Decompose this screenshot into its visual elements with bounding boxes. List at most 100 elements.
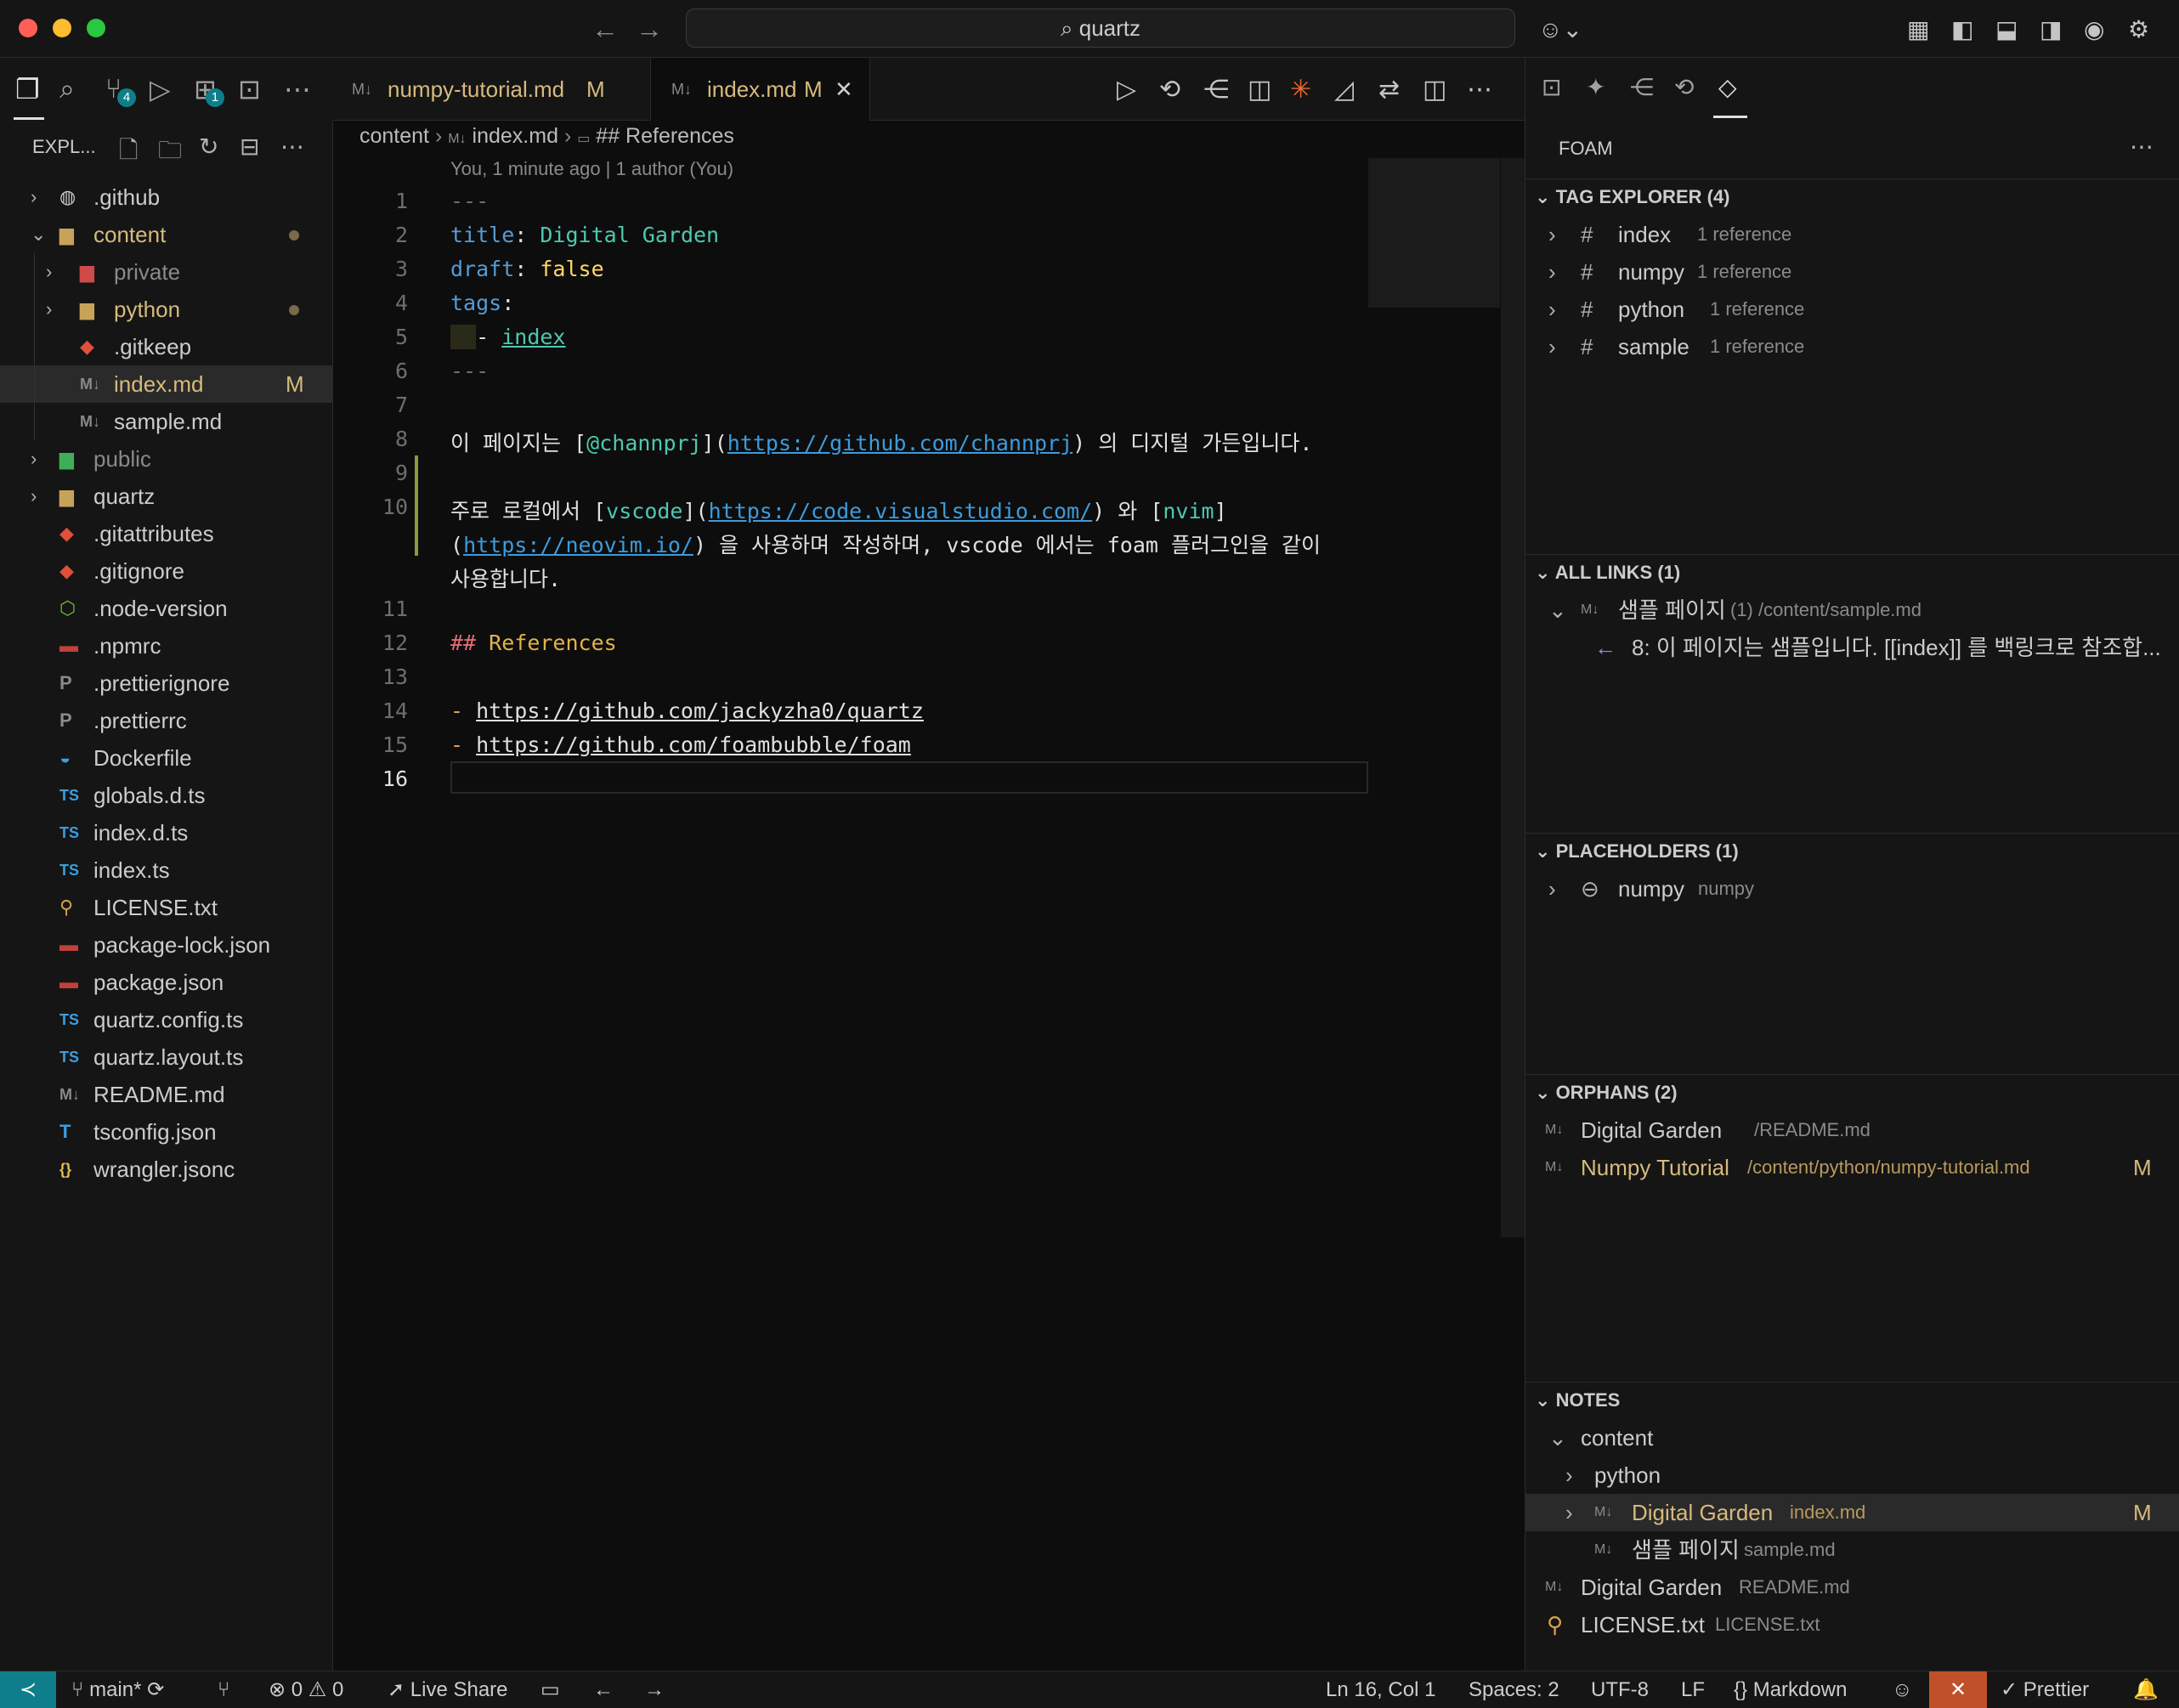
toggle-secondary-sidebar-icon[interactable]: ◨ (2040, 15, 2062, 43)
timeline-icon[interactable]: ⟲ (1674, 73, 1694, 101)
more-icon[interactable]: ⋯ (1467, 75, 1492, 105)
graph-icon[interactable]: ⋲ (1203, 75, 1229, 105)
toggle-panel-icon[interactable]: ⬓ (1995, 15, 2018, 43)
tree-item-quartz-config-ts[interactable]: TS quartz.config.ts (0, 1001, 332, 1038)
git-blame-lens[interactable]: You, 1 minute ago | 1 author (You) (450, 158, 733, 180)
notes-item[interactable]: M↓ Digital Garden README.md (1525, 1569, 2179, 1606)
all-links-header[interactable]: ⌄ ALL LINKS (1) (1525, 554, 2179, 590)
tree-item-package-json[interactable]: ▬ package.json (0, 964, 332, 1001)
notes-item[interactable]: M↓ 샘플 페이지 sample.md (1525, 1531, 2179, 1569)
code-line-10[interactable]: 주로 로컬에서 [vscode](https://code.visualstud… (450, 495, 1227, 525)
code-line-8[interactable]: 이 페이지는 [@channprj](https://github.com/ch… (450, 427, 1312, 457)
tree-item-github[interactable]: › ◍ .github (0, 178, 332, 216)
tree-item-tsconfig-json[interactable]: Ttsconfig.json (0, 1113, 332, 1151)
tree-item-quartz-layout-ts[interactable]: TS quartz.layout.ts (0, 1038, 332, 1076)
language-mode[interactable]: {} Markdown (1734, 1671, 1847, 1708)
tree-item-public[interactable]: › ▆ public (0, 440, 332, 478)
timeline-icon[interactable]: ⟲ (1159, 75, 1180, 105)
remote-explorer-icon[interactable]: ⊡ (238, 73, 261, 105)
placeholders-header[interactable]: ⌄ PLACEHOLDERS (1) (1525, 833, 2179, 868)
command-center-search[interactable]: ⌕ quartz (686, 8, 1515, 48)
toggle-primary-sidebar-icon[interactable]: ◧ (1951, 15, 1973, 43)
code-line-4[interactable]: tags: (450, 291, 514, 315)
tag-icon[interactable]: ◇ (1718, 73, 1737, 101)
cursor-position[interactable]: Ln 16, Col 1 (1326, 1671, 1435, 1708)
chat-icon[interactable]: ⊡ (1542, 73, 1561, 101)
sparkle-icon[interactable]: ✦ (1586, 73, 1605, 101)
line-ending[interactable]: LF (1681, 1671, 1705, 1708)
problems-indicator[interactable]: ⊗ 0 ⚠ 0 (269, 1671, 343, 1708)
folder-icon[interactable]: ▭ (541, 1671, 560, 1708)
tree-item-gitkeep[interactable]: ◆ .gitkeep (0, 328, 332, 365)
new-file-icon[interactable]: 🗋 (119, 133, 139, 173)
code-line-10-wrap-2[interactable]: 사용합니다. (450, 563, 561, 593)
claude-icon[interactable]: ✳ (1290, 75, 1311, 105)
code-line-12[interactable]: ## References (450, 631, 617, 655)
minimap[interactable] (1368, 158, 1500, 308)
breadcrumb-file[interactable]: index.md (473, 124, 558, 148)
tag-explorer-header[interactable]: ⌄ TAG EXPLORER (4) (1525, 178, 2179, 214)
branch-indicator[interactable]: ⑂ main* ⟳ (71, 1671, 164, 1708)
arrow-right-icon[interactable]: → (636, 14, 663, 45)
tree-item-package-lock-json[interactable]: ▬ package-lock.json (0, 926, 332, 964)
code-line-15[interactable]: - https://github.com/foambubble/foam (450, 732, 911, 757)
chart-icon[interactable]: ◿ (1334, 75, 1354, 105)
bell-icon[interactable]: 🔔 (2133, 1671, 2159, 1708)
orphans-header[interactable]: ⌄ ORPHANS (2) (1525, 1074, 2179, 1110)
account-icon[interactable]: ◉ (2084, 15, 2104, 43)
split-editor-icon[interactable]: ◫ (1423, 75, 1446, 105)
tree-item-globals-d-ts[interactable]: TS globals.d.ts (0, 777, 332, 814)
code-line-2[interactable]: title: Digital Garden (450, 223, 719, 247)
link-item[interactable]: ⌄ M↓ 샘플 페이지 (1) /content/sample.md (1525, 591, 2179, 629)
editor-scrollbar[interactable] (1501, 158, 1525, 1237)
breadcrumb-folder[interactable]: content (359, 124, 429, 148)
notes-item[interactable]: ⚲ LICENSE.txt LICENSE.txt (1525, 1606, 2179, 1643)
notes-item[interactable]: › M↓ Digital Garden index.md M (1525, 1494, 2179, 1531)
tree-item-wrangler-jsonc[interactable]: {} wrangler.jsonc (0, 1151, 332, 1188)
live-share-button[interactable]: ➚ Live Share (388, 1671, 508, 1708)
customize-layout-icon[interactable]: ▦ (1907, 15, 1929, 43)
tree-item-gitignore[interactable]: ◆ .gitignore (0, 552, 332, 590)
compare-changes-icon[interactable]: ⇄ (1378, 75, 1400, 105)
close-icon[interactable]: ✕ (835, 58, 853, 121)
gear-icon[interactable]: ⚙ (2128, 15, 2149, 43)
notes-folder[interactable]: ⌄ content (1525, 1419, 2179, 1456)
run-debug-icon[interactable]: ▷ (150, 73, 171, 105)
preview-icon[interactable]: ◫ (1248, 75, 1271, 105)
new-folder-icon[interactable]: 🗀 (158, 133, 182, 173)
refresh-icon[interactable]: ↻ (199, 133, 218, 161)
code-line-14[interactable]: - https://github.com/jackyzha0/quartz (450, 698, 924, 723)
broadcast-off-icon[interactable]: ✕ (1929, 1671, 1987, 1708)
tree-item-private[interactable]: › ▆ private (0, 253, 332, 291)
tree-item-dockerfile[interactable]: ◒ Dockerfile (0, 739, 332, 777)
tree-item-license-txt[interactable]: ⚲ LICENSE.txt (0, 889, 332, 926)
graph-icon[interactable]: ⋲ (1630, 73, 1654, 101)
code-line-10-wrap-1[interactable]: (https://neovim.io/) 을 사용하며 작성하며, vscode… (450, 529, 1333, 559)
remote-indicator[interactable]: ≺ (0, 1671, 56, 1708)
minimize-window-button[interactable] (53, 19, 71, 37)
more-icon[interactable]: ⋯ (280, 133, 304, 161)
tag-item[interactable]: › # numpy 1 reference (1525, 253, 2179, 291)
run-icon[interactable]: ▷ (1117, 75, 1136, 105)
more-icon[interactable]: ⋯ (2130, 133, 2154, 161)
orphan-item[interactable]: M↓ Digital Garden /README.md (1525, 1111, 2179, 1149)
tree-item-sample-md[interactable]: M↓ sample.md (0, 403, 332, 440)
current-line-highlight[interactable] (450, 761, 1368, 794)
code-line-1[interactable]: --- (450, 189, 489, 213)
tree-item-readme-md[interactable]: M↓ README.md (0, 1076, 332, 1113)
tree-item-index-d-ts[interactable]: TS index.d.ts (0, 814, 332, 851)
tag-item[interactable]: › # python 1 reference (1525, 291, 2179, 328)
code-line-5[interactable]: - index (450, 325, 565, 349)
tab-numpy-tutorial[interactable]: M↓ numpy-tutorial.md M (333, 58, 651, 121)
tab-index[interactable]: M↓ index.md M ✕ (651, 58, 870, 121)
tree-item-index-md[interactable]: M↓ index.md M (0, 365, 332, 403)
backlink-item[interactable]: ← 8: 이 페이지는 샘플입니다. [[index]] 를 백링크로 참조합.… (1525, 629, 2179, 666)
tree-item-gitattributes[interactable]: ◆ .gitattributes (0, 515, 332, 552)
tree-item-prettierrc[interactable]: P .prettierrc (0, 702, 332, 739)
tag-item[interactable]: › # sample 1 reference (1525, 328, 2179, 365)
collapse-all-icon[interactable]: ⊟ (240, 133, 259, 161)
code-line-3[interactable]: draft: false (450, 257, 604, 281)
tree-item-python[interactable]: › ▆ python (0, 291, 332, 328)
tag-item[interactable]: › # index 1 reference (1525, 216, 2179, 253)
explorer-icon[interactable]: ❐ (15, 73, 40, 105)
